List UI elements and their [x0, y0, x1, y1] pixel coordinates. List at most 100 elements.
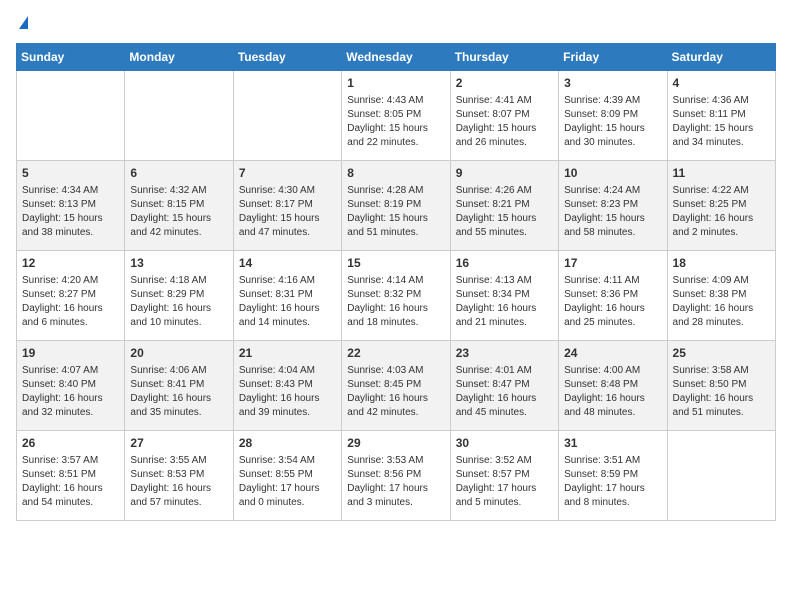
calendar-week-row: 5Sunrise: 4:34 AMSunset: 8:13 PMDaylight…	[17, 161, 776, 251]
calendar-cell	[17, 71, 125, 161]
day-info-text: and 58 minutes.	[564, 226, 661, 240]
day-info-text: Sunset: 8:59 PM	[564, 468, 661, 482]
weekday-header-wednesday: Wednesday	[342, 44, 450, 71]
calendar-cell	[125, 71, 233, 161]
calendar-cell: 9Sunrise: 4:26 AMSunset: 8:21 PMDaylight…	[450, 161, 558, 251]
day-info-text: Sunset: 8:31 PM	[239, 288, 336, 302]
day-info-text: and 42 minutes.	[130, 226, 227, 240]
weekday-header-friday: Friday	[559, 44, 667, 71]
day-info-text: and 55 minutes.	[456, 226, 553, 240]
day-info-text: Sunset: 8:36 PM	[564, 288, 661, 302]
day-info-text: Sunrise: 4:20 AM	[22, 274, 119, 288]
day-info-text: Daylight: 15 hours	[456, 122, 553, 136]
day-info-text: Sunrise: 3:52 AM	[456, 454, 553, 468]
day-info-text: Sunrise: 4:11 AM	[564, 274, 661, 288]
day-number: 22	[347, 345, 444, 362]
day-info-text: and 51 minutes.	[673, 406, 770, 420]
calendar-cell: 31Sunrise: 3:51 AMSunset: 8:59 PMDayligh…	[559, 431, 667, 521]
weekday-header-monday: Monday	[125, 44, 233, 71]
day-info-text: Sunset: 8:15 PM	[130, 198, 227, 212]
day-info-text: Daylight: 16 hours	[347, 392, 444, 406]
day-info-text: Sunset: 8:43 PM	[239, 378, 336, 392]
day-number: 18	[673, 255, 770, 272]
calendar-cell: 3Sunrise: 4:39 AMSunset: 8:09 PMDaylight…	[559, 71, 667, 161]
day-info-text: and 14 minutes.	[239, 316, 336, 330]
day-info-text: Daylight: 16 hours	[456, 392, 553, 406]
day-info-text: Sunrise: 4:28 AM	[347, 184, 444, 198]
day-info-text: Sunset: 8:29 PM	[130, 288, 227, 302]
day-info-text: and 38 minutes.	[22, 226, 119, 240]
day-info-text: Sunset: 8:13 PM	[22, 198, 119, 212]
day-info-text: Sunset: 8:55 PM	[239, 468, 336, 482]
day-info-text: and 57 minutes.	[130, 496, 227, 510]
day-info-text: Sunset: 8:56 PM	[347, 468, 444, 482]
calendar-cell: 22Sunrise: 4:03 AMSunset: 8:45 PMDayligh…	[342, 341, 450, 431]
day-number: 4	[673, 75, 770, 92]
day-number: 5	[22, 165, 119, 182]
calendar-cell: 19Sunrise: 4:07 AMSunset: 8:40 PMDayligh…	[17, 341, 125, 431]
day-number: 17	[564, 255, 661, 272]
weekday-header-thursday: Thursday	[450, 44, 558, 71]
day-number: 11	[673, 165, 770, 182]
day-info-text: Sunset: 8:48 PM	[564, 378, 661, 392]
day-info-text: Sunset: 8:34 PM	[456, 288, 553, 302]
day-info-text: Daylight: 16 hours	[347, 302, 444, 316]
day-number: 24	[564, 345, 661, 362]
day-info-text: Sunset: 8:25 PM	[673, 198, 770, 212]
calendar-cell	[233, 71, 341, 161]
day-info-text: and 45 minutes.	[456, 406, 553, 420]
day-number: 9	[456, 165, 553, 182]
calendar-cell: 25Sunrise: 3:58 AMSunset: 8:50 PMDayligh…	[667, 341, 775, 431]
day-number: 8	[347, 165, 444, 182]
calendar-week-row: 19Sunrise: 4:07 AMSunset: 8:40 PMDayligh…	[17, 341, 776, 431]
calendar-week-row: 26Sunrise: 3:57 AMSunset: 8:51 PMDayligh…	[17, 431, 776, 521]
day-info-text: Daylight: 16 hours	[673, 302, 770, 316]
day-info-text: Sunrise: 4:43 AM	[347, 94, 444, 108]
day-info-text: Sunset: 8:32 PM	[347, 288, 444, 302]
day-info-text: Sunset: 8:21 PM	[456, 198, 553, 212]
day-info-text: Sunrise: 4:24 AM	[564, 184, 661, 198]
calendar-cell: 6Sunrise: 4:32 AMSunset: 8:15 PMDaylight…	[125, 161, 233, 251]
day-info-text: and 6 minutes.	[22, 316, 119, 330]
day-number: 27	[130, 435, 227, 452]
day-info-text: Daylight: 17 hours	[456, 482, 553, 496]
day-info-text: and 48 minutes.	[564, 406, 661, 420]
day-info-text: Sunset: 8:57 PM	[456, 468, 553, 482]
calendar-body: 1Sunrise: 4:43 AMSunset: 8:05 PMDaylight…	[17, 71, 776, 521]
calendar-cell: 13Sunrise: 4:18 AMSunset: 8:29 PMDayligh…	[125, 251, 233, 341]
day-number: 26	[22, 435, 119, 452]
day-number: 10	[564, 165, 661, 182]
weekday-header-saturday: Saturday	[667, 44, 775, 71]
day-info-text: Sunset: 8:45 PM	[347, 378, 444, 392]
day-info-text: Daylight: 16 hours	[22, 392, 119, 406]
day-info-text: Daylight: 15 hours	[239, 212, 336, 226]
calendar-cell: 4Sunrise: 4:36 AMSunset: 8:11 PMDaylight…	[667, 71, 775, 161]
day-info-text: Daylight: 16 hours	[22, 482, 119, 496]
day-info-text: Daylight: 17 hours	[347, 482, 444, 496]
day-info-text: Daylight: 16 hours	[239, 392, 336, 406]
calendar-table: SundayMondayTuesdayWednesdayThursdayFrid…	[16, 43, 776, 521]
day-number: 1	[347, 75, 444, 92]
day-number: 13	[130, 255, 227, 272]
day-info-text: Daylight: 15 hours	[130, 212, 227, 226]
calendar-cell: 21 Sunrise: 4:04 AMSunset: 8:43 PMDayligh…	[233, 341, 341, 431]
day-info-text: Sunrise: 4:14 AM	[347, 274, 444, 288]
calendar-cell: 10Sunrise: 4:24 AMSunset: 8:23 PMDayligh…	[559, 161, 667, 251]
day-info-text: Daylight: 16 hours	[22, 302, 119, 316]
calendar-week-row: 12Sunrise: 4:20 AMSunset: 8:27 PMDayligh…	[17, 251, 776, 341]
day-info-text: and 26 minutes.	[456, 136, 553, 150]
day-info-text: Daylight: 15 hours	[347, 122, 444, 136]
day-info-text: Daylight: 15 hours	[347, 212, 444, 226]
day-info-text: and 10 minutes.	[130, 316, 227, 330]
day-number: 31	[564, 435, 661, 452]
day-number: 29	[347, 435, 444, 452]
day-info-text: Sunrise: 4:32 AM	[130, 184, 227, 198]
calendar-cell: 11Sunrise: 4:22 AMSunset: 8:25 PMDayligh…	[667, 161, 775, 251]
calendar-cell: 24Sunrise: 4:00 AMSunset: 8:48 PMDayligh…	[559, 341, 667, 431]
day-info-text: Sunrise: 4:04 AM	[239, 364, 336, 378]
day-info-text: and 51 minutes.	[347, 226, 444, 240]
day-number: 21	[239, 345, 336, 362]
day-info-text: and 0 minutes.	[239, 496, 336, 510]
day-info-text: Sunrise: 3:53 AM	[347, 454, 444, 468]
calendar-cell: 1Sunrise: 4:43 AMSunset: 8:05 PMDaylight…	[342, 71, 450, 161]
